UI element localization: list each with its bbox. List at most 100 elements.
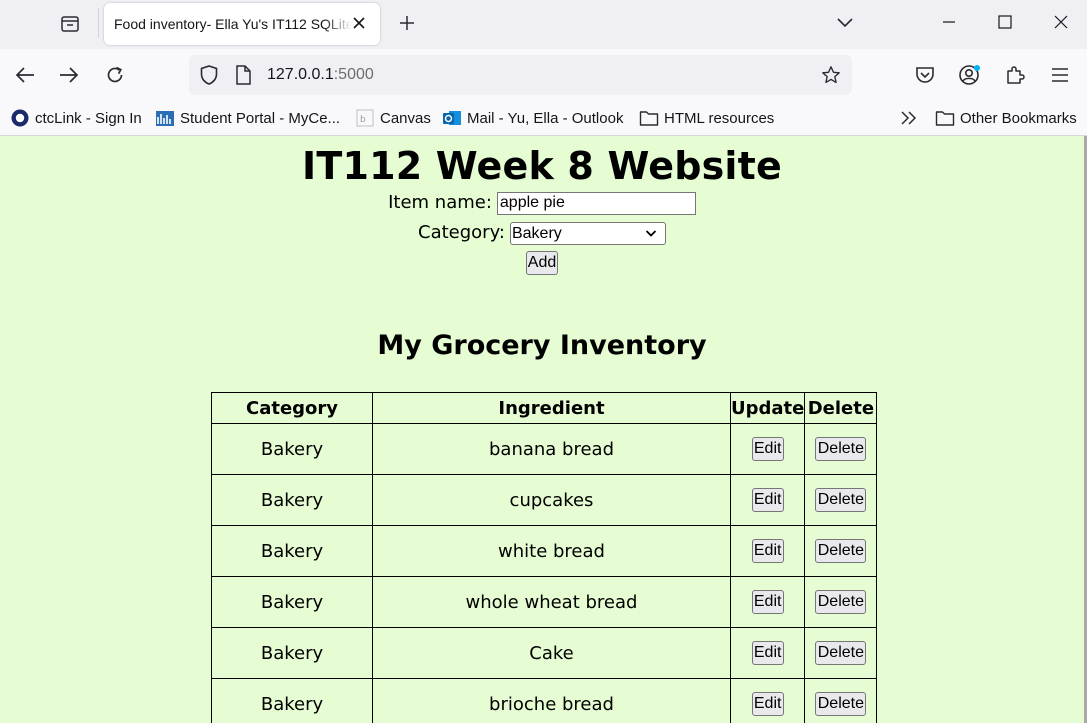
table-row: Bakery Cake Edit Delete xyxy=(211,627,878,679)
delete-button[interactable]: Delete xyxy=(815,488,867,512)
reload-button[interactable] xyxy=(99,59,131,91)
cell-ingredient: cupcakes xyxy=(372,474,731,526)
chevron-down-icon xyxy=(645,229,657,237)
forward-button[interactable] xyxy=(53,59,85,91)
chevron-down-icon xyxy=(837,18,853,28)
bookmark-star-icon[interactable] xyxy=(821,65,841,85)
delete-button[interactable]: Delete xyxy=(815,692,867,716)
tab-strip: Food inventory- Ella Yu's IT112 SQLite W… xyxy=(0,0,1087,49)
cell-delete: Delete xyxy=(804,576,878,628)
cell-delete: Delete xyxy=(804,678,878,723)
double-chevron-right-icon xyxy=(899,108,919,128)
category-select[interactable]: Bakery xyxy=(509,221,666,245)
page-info-icon[interactable] xyxy=(233,65,253,85)
cell-ingredient: Cake xyxy=(372,627,731,679)
cell-update: Edit xyxy=(729,627,806,679)
inventory-table: Category Ingredient Update Delete Bakery… xyxy=(211,392,878,723)
header-update: Update xyxy=(729,392,806,424)
delete-button[interactable]: Delete xyxy=(815,437,867,461)
edit-button[interactable]: Edit xyxy=(751,641,784,665)
cell-category: Bakery xyxy=(211,627,373,679)
cell-delete: Delete xyxy=(804,474,878,526)
tab-separator xyxy=(98,8,99,38)
bookmark-ctclink[interactable]: ctcLink - Sign In xyxy=(10,107,142,129)
edit-button[interactable]: Edit xyxy=(751,539,784,563)
url-text: 127.0.0.1:5000 xyxy=(267,66,374,83)
delete-button[interactable]: Delete xyxy=(815,590,867,614)
delete-button[interactable]: Delete xyxy=(815,539,867,563)
item-name-input[interactable] xyxy=(496,191,696,215)
table-row: Bakery whole wheat bread Edit Delete xyxy=(211,576,878,628)
cell-ingredient: white bread xyxy=(372,525,731,577)
cell-delete: Delete xyxy=(804,525,878,577)
url-bar[interactable]: 127.0.0.1:5000 xyxy=(189,55,852,95)
tab-close-button[interactable] xyxy=(350,14,368,32)
bookmarks-overflow-button[interactable] xyxy=(899,107,924,129)
page-title: IT112 Week 8 Website xyxy=(301,144,782,188)
bookmark-html-resources[interactable]: HTML resources xyxy=(639,107,774,129)
table-row: Bakery cupcakes Edit Delete xyxy=(211,474,878,526)
account-icon xyxy=(959,65,980,85)
maximize-button[interactable] xyxy=(978,0,1032,44)
cell-update: Edit xyxy=(729,474,806,526)
tab-title: Food inventory- Ella Yu's IT112 SQLite W… xyxy=(114,16,352,32)
menu-button[interactable] xyxy=(1044,59,1076,91)
inventory-title: My Grocery Inventory xyxy=(377,330,707,361)
delete-button[interactable]: Delete xyxy=(815,641,867,665)
table-header-row: Category Ingredient Update Delete xyxy=(211,392,878,424)
reload-icon xyxy=(107,66,123,83)
minimize-icon xyxy=(943,21,955,23)
other-bookmarks-folder[interactable]: Other Bookmarks xyxy=(935,107,1077,129)
bookmarks-toolbar: ctcLink - Sign In Student Portal - MyCe.… xyxy=(0,101,1087,136)
bookmark-student-portal[interactable]: Student Portal - MyCe... xyxy=(155,107,340,129)
folder-icon xyxy=(935,108,955,128)
outlook-icon xyxy=(442,108,462,128)
back-arrow-icon xyxy=(15,67,34,83)
maximize-icon xyxy=(998,15,1012,29)
folder-icon xyxy=(639,108,659,128)
firefox-view-button[interactable] xyxy=(52,8,88,40)
category-selected-value: Bakery xyxy=(511,224,562,242)
cell-update: Edit xyxy=(729,678,806,723)
edit-button[interactable]: Edit xyxy=(751,437,784,461)
category-label: Category: xyxy=(418,222,505,243)
table-row: Bakery brioche bread Edit Delete xyxy=(211,678,878,723)
cell-category: Bakery xyxy=(211,576,373,628)
close-icon xyxy=(353,17,365,29)
cell-delete: Delete xyxy=(804,423,878,475)
header-category: Category xyxy=(211,392,373,424)
page-content: IT112 Week 8 Website Item name: Category… xyxy=(0,136,1087,723)
close-window-button[interactable] xyxy=(1034,0,1087,44)
plus-icon xyxy=(400,16,414,30)
bookmark-canvas[interactable]: b Canvas xyxy=(355,107,431,129)
add-row: Add xyxy=(0,248,1084,278)
list-all-tabs-button[interactable] xyxy=(830,8,860,38)
portal-icon xyxy=(155,108,175,128)
close-window-icon xyxy=(1054,15,1068,29)
pocket-button[interactable] xyxy=(909,59,941,91)
extensions-button[interactable] xyxy=(999,59,1031,91)
puzzle-icon xyxy=(1007,66,1025,84)
table-row: Bakery white bread Edit Delete xyxy=(211,525,878,577)
cell-category: Bakery xyxy=(211,678,373,723)
edit-button[interactable]: Edit xyxy=(751,692,784,716)
item-name-row: Item name: xyxy=(0,188,1084,218)
active-tab[interactable]: Food inventory- Ella Yu's IT112 SQLite W… xyxy=(104,3,380,45)
add-button[interactable]: Add xyxy=(526,251,558,275)
minimize-button[interactable] xyxy=(922,0,976,44)
edit-button[interactable]: Edit xyxy=(751,488,784,512)
bookmark-outlook[interactable]: Mail - Yu, Ella - Outlook xyxy=(442,107,623,129)
canvas-icon: b xyxy=(355,108,375,128)
back-button[interactable] xyxy=(9,59,41,91)
cell-delete: Delete xyxy=(804,627,878,679)
svg-text:b: b xyxy=(360,115,366,125)
edit-button[interactable]: Edit xyxy=(751,590,784,614)
cell-ingredient: whole wheat bread xyxy=(372,576,731,628)
table-row: Bakery banana bread Edit Delete xyxy=(211,423,878,475)
account-button[interactable] xyxy=(954,59,986,91)
tracking-shield-icon[interactable] xyxy=(199,65,219,85)
new-tab-button[interactable] xyxy=(392,8,422,38)
ctclink-icon xyxy=(10,108,30,128)
cell-update: Edit xyxy=(729,525,806,577)
cell-category: Bakery xyxy=(211,525,373,577)
